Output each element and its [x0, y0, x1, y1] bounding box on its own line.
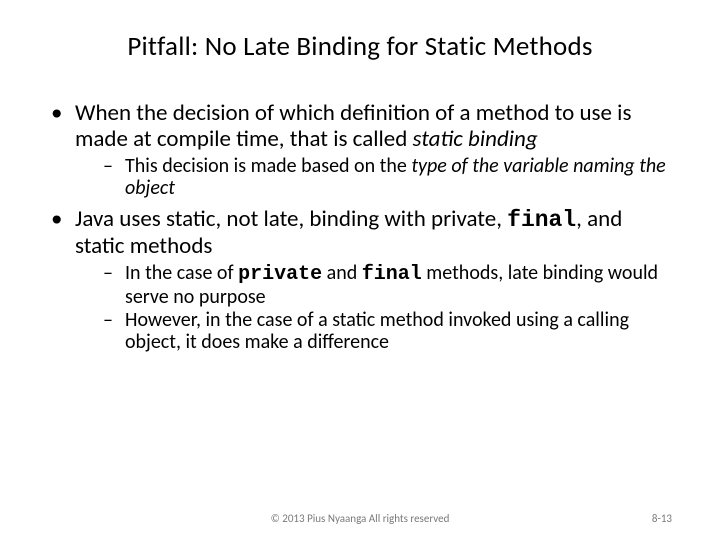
bullet-1-em: static binding	[413, 125, 538, 153]
bullet-2-sub-1: In the case of private and final methods…	[103, 262, 675, 309]
bullet-1: When the decision of which definition of…	[45, 101, 675, 199]
bullet-2-code: final	[507, 207, 576, 233]
bullet-2-sub-1-mid: and	[322, 261, 362, 285]
bullet-2-sub-1-pre: In the case of	[125, 261, 238, 285]
slide-title: Pitfall: No Late Binding for Static Meth…	[45, 30, 675, 63]
slide: Pitfall: No Late Binding for Static Meth…	[0, 0, 720, 540]
bullet-2-pre: Java uses static, not late, binding with…	[75, 205, 507, 233]
page-number: 8-13	[652, 512, 672, 525]
bullet-1-sub-1: This decision is made based on the type …	[103, 155, 675, 200]
bullet-2-sub-2: However, in the case of a static method …	[103, 309, 675, 354]
bullet-2-sub-1-code2: final	[362, 263, 422, 286]
bullet-2-sub-1-code1: private	[238, 263, 322, 286]
bullet-2-sublist: In the case of private and final methods…	[75, 262, 675, 354]
bullet-1-sublist: This decision is made based on the type …	[75, 155, 675, 200]
bullet-1-text: When the decision of which definition of…	[75, 99, 631, 153]
bullet-2: Java uses static, not late, binding with…	[45, 207, 675, 353]
bullet-list: When the decision of which definition of…	[45, 101, 675, 353]
bullet-1-sub-1-text: This decision is made based on the	[125, 154, 411, 178]
copyright-text: © 2013 Pius Nyaanga All rights reserved	[271, 512, 450, 525]
